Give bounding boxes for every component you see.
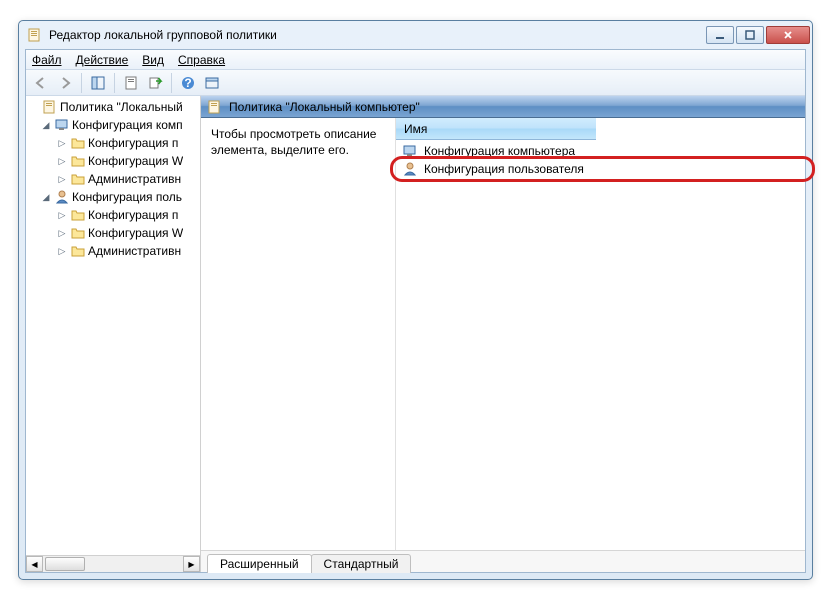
help-button[interactable]: ? (177, 72, 199, 94)
description-text: Чтобы просмотреть описание элемента, выд… (201, 118, 396, 550)
forward-button[interactable] (54, 72, 76, 94)
details-header: Политика "Локальный компьютер" (201, 96, 805, 118)
folder-icon (70, 243, 86, 259)
properties-button[interactable] (120, 72, 142, 94)
menu-view[interactable]: Вид (142, 53, 164, 67)
filter-button[interactable] (201, 72, 223, 94)
tree-root[interactable]: Политика "Локальный (26, 98, 200, 116)
folder-icon (70, 135, 86, 151)
menu-file[interactable]: Файл (32, 53, 62, 67)
export-button[interactable] (144, 72, 166, 94)
tree-user-software[interactable]: ▷ Конфигурация п (26, 206, 200, 224)
scroll-right-button[interactable]: ▶ (183, 556, 200, 572)
show-hide-tree-button[interactable] (87, 72, 109, 94)
tree-user-config[interactable]: ◢ Конфигурация поль (26, 188, 200, 206)
list-item-label: Конфигурация компьютера (424, 144, 575, 158)
tree-label: Административн (88, 172, 181, 186)
policy-icon (207, 99, 223, 115)
expand-icon[interactable]: ▷ (56, 246, 68, 257)
menu-help[interactable]: Справка (178, 53, 225, 67)
scroll-thumb[interactable] (45, 557, 85, 571)
toolbar: ? (26, 70, 805, 96)
list-item-comp-config[interactable]: Конфигурация компьютера (396, 142, 805, 160)
close-button[interactable] (766, 26, 810, 44)
tree-comp-software[interactable]: ▷ Конфигурация п (26, 134, 200, 152)
policy-icon (42, 99, 58, 115)
tree-pane: Политика "Локальный ◢ Конфигурация комп … (26, 96, 201, 572)
view-tabs: Расширенный Стандартный (201, 550, 805, 572)
tree-label: Политика "Локальный (60, 100, 183, 114)
item-list: Имя Конфигурация компьютера Конфигурация… (396, 118, 805, 550)
expand-icon[interactable]: ▷ (56, 228, 68, 239)
tree-label: Конфигурация п (88, 136, 178, 150)
folder-icon (70, 153, 86, 169)
folder-icon (70, 207, 86, 223)
computer-icon (54, 117, 70, 133)
tab-extended[interactable]: Расширенный (207, 554, 312, 573)
back-button[interactable] (30, 72, 52, 94)
tree-label: Административн (88, 244, 181, 258)
collapse-icon[interactable]: ◢ (40, 192, 52, 203)
computer-icon (402, 143, 418, 159)
list-item-user-config[interactable]: Конфигурация пользователя (396, 160, 805, 178)
tree-label: Конфигурация W (88, 226, 183, 240)
maximize-button[interactable] (736, 26, 764, 44)
folder-icon (70, 171, 86, 187)
tree-user-windows[interactable]: ▷ Конфигурация W (26, 224, 200, 242)
tree-comp-admin[interactable]: ▷ Административн (26, 170, 200, 188)
expand-icon[interactable]: ▷ (56, 174, 68, 185)
minimize-button[interactable] (706, 26, 734, 44)
tree-label: Конфигурация поль (72, 190, 182, 204)
horizontal-scrollbar[interactable]: ◀ ▶ (26, 555, 200, 572)
titlebar[interactable]: Редактор локальной групповой политики (19, 21, 812, 49)
details-pane: Политика "Локальный компьютер" Чтобы про… (201, 96, 805, 572)
app-icon (27, 27, 43, 43)
list-item-label: Конфигурация пользователя (424, 162, 584, 176)
expand-icon[interactable]: ▷ (56, 210, 68, 221)
tree-label: Конфигурация п (88, 208, 178, 222)
expand-icon[interactable]: ▷ (56, 138, 68, 149)
tree-comp-windows[interactable]: ▷ Конфигурация W (26, 152, 200, 170)
menu-action[interactable]: Действие (76, 53, 129, 67)
tree-comp-config[interactable]: ◢ Конфигурация комп (26, 116, 200, 134)
console-tree[interactable]: Политика "Локальный ◢ Конфигурация комп … (26, 96, 200, 555)
folder-icon (70, 225, 86, 241)
details-header-title: Политика "Локальный компьютер" (229, 100, 420, 114)
tree-label: Конфигурация комп (72, 118, 183, 132)
menubar: Файл Действие Вид Справка (26, 50, 805, 70)
collapse-icon[interactable]: ◢ (40, 120, 52, 131)
column-header-name[interactable]: Имя (396, 118, 596, 140)
tree-user-admin[interactable]: ▷ Административн (26, 242, 200, 260)
user-icon (402, 161, 418, 177)
expand-icon[interactable]: ▷ (56, 156, 68, 167)
scroll-left-button[interactable]: ◀ (26, 556, 43, 572)
tree-label: Конфигурация W (88, 154, 183, 168)
tab-standard[interactable]: Стандартный (311, 554, 412, 573)
svg-text:?: ? (184, 76, 191, 90)
main-window: Редактор локальной групповой политики Фа… (18, 20, 813, 580)
window-title: Редактор локальной групповой политики (49, 28, 706, 42)
user-icon (54, 189, 70, 205)
